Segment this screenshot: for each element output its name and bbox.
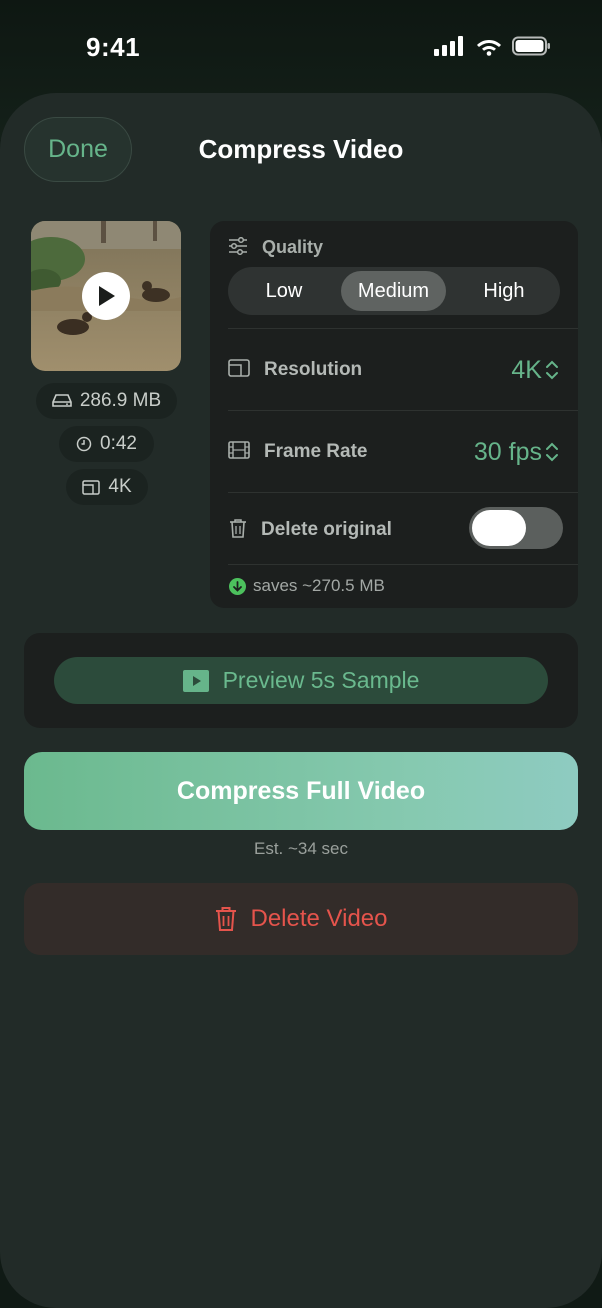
battery-icon — [512, 36, 552, 61]
compress-full-video-button[interactable]: Compress Full Video — [24, 752, 578, 830]
delete-original-label: Delete original — [261, 519, 392, 540]
quality-option-low[interactable]: Low — [236, 271, 332, 311]
chevron-up-down-icon — [544, 359, 560, 386]
delete-video-button[interactable]: Delete Video — [24, 883, 578, 955]
toggle-knob — [472, 510, 526, 546]
trash-icon — [215, 907, 236, 931]
video-thumbnail[interactable] — [31, 221, 181, 371]
resolution-text: 4K — [108, 476, 132, 497]
quality-option-high[interactable]: High — [456, 271, 552, 311]
quality-label: Quality — [262, 237, 324, 257]
play-button[interactable] — [82, 272, 130, 320]
clock-icon — [76, 436, 92, 452]
preview-sample-label: Preview 5s Sample — [222, 667, 420, 693]
file-size-chip: 286.9 MB — [36, 383, 177, 419]
chevron-up-down-icon — [544, 441, 560, 468]
duration-chip: 0:42 — [59, 426, 154, 462]
file-size-text: 286.9 MB — [79, 390, 162, 411]
settings-panel: Quality Low Medium High Resolution 4K Fr… — [210, 221, 578, 608]
preview-sample-button[interactable]: Preview 5s Sample — [54, 657, 548, 704]
delete-original-toggle[interactable] — [469, 507, 563, 549]
status-time: 9:41 — [86, 32, 141, 62]
divider — [228, 328, 578, 329]
drive-icon — [52, 394, 72, 407]
status-icons — [434, 36, 552, 61]
savings-text: saves ~270.5 MB — [253, 576, 385, 595]
quality-option-medium[interactable]: Medium — [341, 271, 446, 311]
resolution-picker[interactable]: 4K — [511, 356, 542, 385]
preview-card: Preview 5s Sample — [24, 633, 578, 728]
page-title: Compress Video — [198, 134, 404, 164]
sliders-icon — [228, 236, 248, 260]
compress-label: Compress Full Video — [176, 776, 426, 805]
download-arrow-icon — [229, 578, 246, 600]
resolution-chip: 4K — [66, 469, 148, 505]
divider — [228, 410, 578, 411]
play-icon — [99, 286, 115, 306]
cellular-signal-icon — [434, 36, 466, 61]
trash-icon — [228, 518, 248, 543]
wifi-icon — [476, 36, 502, 61]
quality-segmented-control: Low Medium High — [228, 267, 560, 315]
status-bar: 9:41 — [0, 0, 602, 94]
estimate-text: Est. ~34 sec — [253, 839, 349, 858]
resolution-icon — [82, 479, 101, 495]
frame-rate-picker[interactable]: 30 fps — [474, 438, 542, 467]
divider — [228, 492, 578, 493]
divider — [228, 564, 578, 565]
delete-video-label: Delete Video — [250, 905, 388, 932]
film-icon — [228, 441, 250, 464]
duration-text: 0:42 — [100, 433, 137, 454]
frame-rate-label: Frame Rate — [264, 441, 368, 462]
resolution-row-icon — [228, 359, 250, 382]
resolution-label: Resolution — [264, 359, 363, 380]
play-rectangle-icon — [182, 669, 209, 692]
